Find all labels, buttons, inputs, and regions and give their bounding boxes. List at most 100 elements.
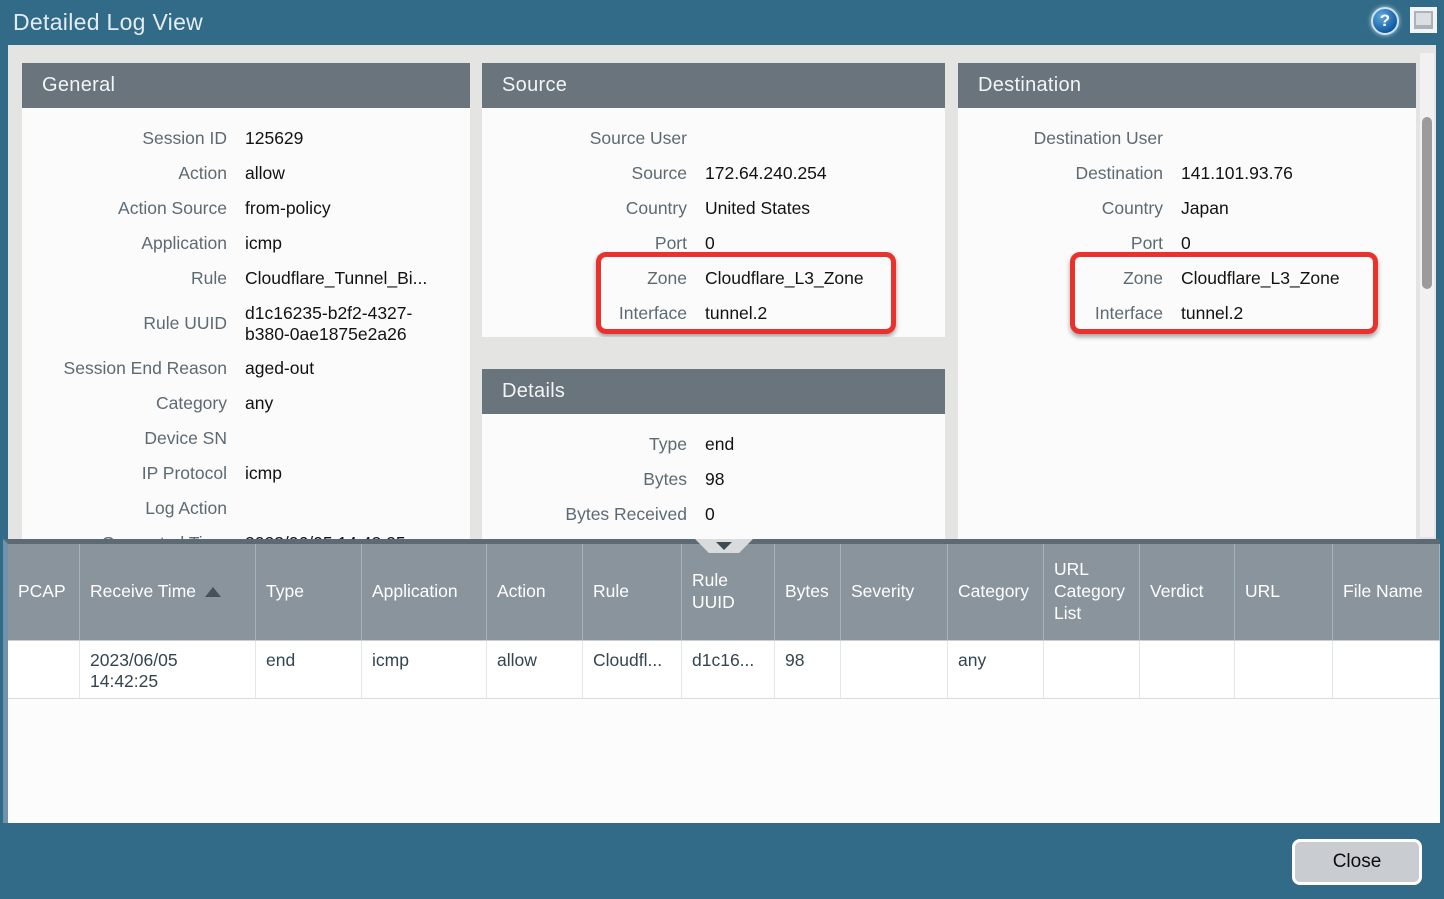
field-label: Session ID [22, 128, 227, 149]
field-value: tunnel.2 [705, 303, 945, 323]
cell-verdict [1140, 641, 1235, 698]
field-label: Interface [482, 303, 687, 324]
source-section-header: Source [482, 63, 945, 108]
column-header-action[interactable]: Action [487, 544, 583, 640]
cell-application: icmp [362, 641, 487, 698]
field-label: Port [958, 233, 1163, 254]
column-header-rule[interactable]: Rule [583, 544, 682, 640]
detail-panel-scrollbar[interactable] [1420, 53, 1434, 537]
field-row-session-end-reason: Session End Reason aged-out [22, 351, 470, 386]
column-header-file-name[interactable]: File Name [1333, 544, 1440, 640]
cell-receive-time: 2023/06/05 14:42:25 [80, 641, 256, 698]
column-label: Verdict [1150, 581, 1204, 603]
sort-ascending-icon [205, 587, 221, 597]
cell-url-category-list [1044, 641, 1140, 698]
field-value: 0 [705, 504, 945, 524]
field-row-source-user: Source User [482, 121, 945, 156]
field-row-destination-user: Destination User [958, 121, 1416, 156]
field-label: Type [482, 434, 687, 455]
field-row-destination-port: Port 0 [958, 226, 1416, 261]
column-header-category[interactable]: Category [948, 544, 1044, 640]
column-label: Type [266, 581, 304, 603]
column-header-receive-time[interactable]: Receive Time [80, 544, 256, 640]
field-label: Destination User [958, 128, 1163, 149]
field-row-action-source: Action Source from-policy [22, 191, 470, 226]
destination-section: Destination Destination User Destination… [958, 63, 1416, 543]
details-section-body: Type end Bytes 98 Bytes Received 0 [482, 414, 945, 532]
field-row-source-address: Source 172.64.240.254 [482, 156, 945, 191]
field-row-rule: Rule Cloudflare_Tunnel_Bi... [22, 261, 470, 296]
field-label: Action [22, 163, 227, 184]
field-value: 125629 [245, 128, 470, 148]
window-restore-icon[interactable] [1410, 7, 1437, 33]
field-value: icmp [245, 233, 470, 253]
field-label: Rule [22, 268, 227, 289]
field-row-action: Action allow [22, 156, 470, 191]
column-header-url-category-list[interactable]: URL Category List [1044, 544, 1140, 640]
close-button[interactable]: Close [1292, 839, 1422, 885]
field-row-source-zone: Zone Cloudflare_L3_Zone [482, 261, 945, 296]
source-section-body: Source User Source 172.64.240.254 Countr… [482, 108, 945, 331]
field-row-bytes: Bytes 98 [482, 462, 945, 497]
column-header-bytes[interactable]: Bytes [775, 544, 841, 640]
field-label: Interface [958, 303, 1163, 324]
field-value: Cloudflare_Tunnel_Bi... [245, 268, 470, 288]
general-section-header: General [22, 63, 470, 108]
column-header-verdict[interactable]: Verdict [1140, 544, 1235, 640]
column-label: Severity [851, 581, 914, 603]
help-icon[interactable]: ? [1371, 7, 1399, 35]
log-table-header: PCAP Receive Time Type Application Actio… [8, 544, 1440, 641]
field-row-rule-uuid: Rule UUID d1c16235-b2f2-4327-b380-0ae187… [22, 296, 470, 351]
window-restore-icon-frame [1414, 11, 1433, 29]
detailed-log-view-dialog: Detailed Log View ? General Session ID 1… [0, 0, 1444, 899]
field-row-log-action: Log Action [22, 491, 470, 526]
log-table-row[interactable]: 2023/06/05 14:42:25 end icmp allow Cloud… [8, 641, 1440, 699]
column-label: Rule UUID [692, 570, 764, 614]
field-label: Country [958, 198, 1163, 219]
field-value: allow [245, 163, 470, 183]
cell-bytes: 98 [775, 641, 841, 698]
details-section: Details Type end Bytes 98 Bytes Received… [482, 369, 945, 543]
general-section-body: Session ID 125629 Action allow Action So… [22, 108, 470, 543]
column-header-pcap[interactable]: PCAP [8, 544, 80, 640]
scrollbar-thumb[interactable] [1422, 117, 1432, 289]
field-value: icmp [245, 463, 470, 483]
field-value: Japan [1181, 198, 1416, 218]
column-header-application[interactable]: Application [362, 544, 487, 640]
column-header-url[interactable]: URL [1235, 544, 1333, 640]
column-label: Bytes [785, 581, 829, 603]
field-row-category: Category any [22, 386, 470, 421]
field-label: Log Action [22, 498, 227, 519]
field-label: Zone [958, 268, 1163, 289]
field-value: from-policy [245, 198, 470, 218]
column-label: Application [372, 581, 458, 603]
field-value: tunnel.2 [1181, 303, 1416, 323]
field-row-bytes-received: Bytes Received 0 [482, 497, 945, 532]
cell-file-name [1333, 641, 1440, 698]
cell-rule: Cloudfl... [583, 641, 682, 698]
column-label: URL Category List [1054, 559, 1129, 625]
details-section-header: Details [482, 369, 945, 414]
column-header-rule-uuid[interactable]: Rule UUID [682, 544, 775, 640]
log-table-panel: PCAP Receive Time Type Application Actio… [3, 539, 1440, 823]
field-label: Port [482, 233, 687, 254]
field-row-destination-country: Country Japan [958, 191, 1416, 226]
field-value: 141.101.93.76 [1181, 163, 1416, 183]
field-label: Category [22, 393, 227, 414]
column-label: Rule [593, 581, 629, 603]
field-value: 0 [705, 233, 945, 253]
field-row-session-id: Session ID 125629 [22, 121, 470, 156]
column-label: Category [958, 581, 1029, 603]
field-label: Session End Reason [22, 358, 227, 379]
column-header-severity[interactable]: Severity [841, 544, 948, 640]
field-row-source-interface: Interface tunnel.2 [482, 296, 945, 331]
column-label: URL [1245, 581, 1280, 603]
field-row-destination-zone: Zone Cloudflare_L3_Zone [958, 261, 1416, 296]
cell-url [1235, 641, 1333, 698]
field-value: any [245, 393, 470, 413]
field-label: IP Protocol [22, 463, 227, 484]
cell-category: any [948, 641, 1044, 698]
column-header-type[interactable]: Type [256, 544, 362, 640]
column-label: Action [497, 581, 546, 603]
field-row-ip-protocol: IP Protocol icmp [22, 456, 470, 491]
